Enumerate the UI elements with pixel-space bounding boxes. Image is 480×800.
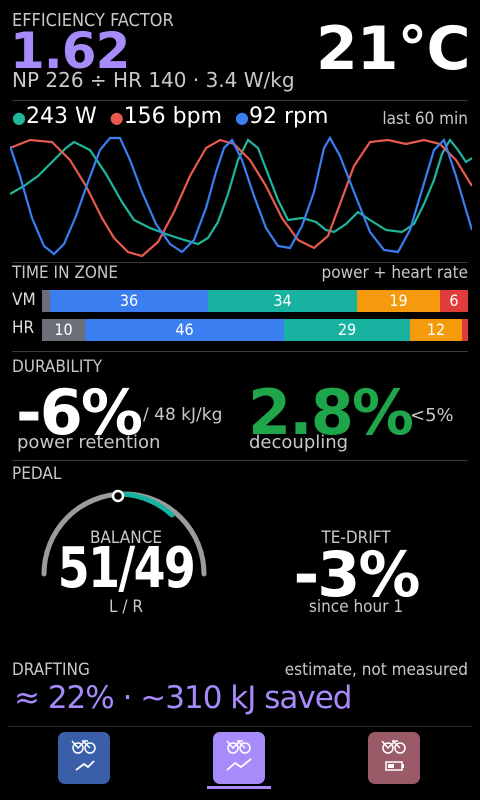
gauge-marker: [111, 489, 125, 503]
zone-segment: 19: [357, 290, 440, 312]
bike-battery-icon: [381, 740, 406, 771]
live-hr: 156 bpm: [123, 104, 223, 129]
zone-segment: 12: [410, 319, 462, 341]
te-drift-sub: since hour 1: [308, 597, 404, 617]
live-chart: [10, 135, 472, 258]
power-retention-label: power retention: [17, 432, 161, 453]
live-power: 243 W: [25, 104, 97, 129]
drafting-label: DRAFTING: [12, 660, 90, 680]
zone-segment: 34: [208, 290, 357, 312]
divider: [8, 726, 472, 727]
zone-segment: 10: [42, 319, 85, 341]
divider: [12, 351, 468, 352]
power-dot-icon: ●: [12, 108, 26, 127]
bike-trend-icon: [71, 740, 96, 771]
time-in-zone-label: TIME IN ZONE: [12, 263, 118, 283]
drafting-value: ≈ 22% · ~310 kJ saved: [14, 680, 352, 716]
drafting-note: estimate, not measured: [284, 660, 468, 680]
zone-segment: [462, 319, 468, 341]
zone-segment: [42, 290, 50, 312]
efficiency-factor-detail: NP 226 ÷ HR 140 · 3.4 W/kg: [12, 68, 295, 92]
divider: [12, 100, 468, 101]
live-cadence: 92 rpm: [249, 104, 329, 129]
live-readouts: ●243 W ●156 bpm ●92 rpm: [12, 104, 328, 129]
tab-trends[interactable]: [213, 732, 265, 784]
active-tab-indicator: [207, 786, 271, 789]
durability-label: DURABILITY: [12, 357, 103, 377]
zone-row-vm-label: VM: [12, 290, 36, 310]
power-retention-unit: / 48 kJ/kg: [143, 405, 223, 425]
chart-window-label: last 60 min: [382, 109, 468, 129]
bike-chart-icon: [226, 740, 252, 771]
decoupling-target: <5%: [410, 405, 454, 426]
zone-segment: 36: [50, 290, 208, 312]
zone-segment: 29: [284, 319, 410, 341]
divider: [12, 460, 468, 461]
balance-value: 51/49: [57, 536, 196, 601]
zone-bar-hr: 10 46 29 12: [42, 319, 468, 341]
pedal-label: PEDAL: [12, 464, 62, 484]
tab-efficiency[interactable]: [58, 732, 110, 784]
tab-battery[interactable]: [368, 732, 420, 784]
temperature-value: 21°C: [316, 14, 471, 84]
heart-dot-icon: ●: [109, 108, 124, 127]
zone-bar-vm: 36 34 19 6: [42, 290, 468, 312]
time-in-zone-sub: power + heart rate: [321, 263, 468, 283]
zone-segment: 46: [85, 319, 284, 341]
zone-segment: 6: [440, 290, 468, 312]
zone-row-hr-label: HR: [12, 318, 35, 338]
cadence-dot-icon: ●: [235, 108, 250, 127]
decoupling-label: decoupling: [249, 432, 349, 453]
balance-sub: L / R: [108, 597, 143, 617]
